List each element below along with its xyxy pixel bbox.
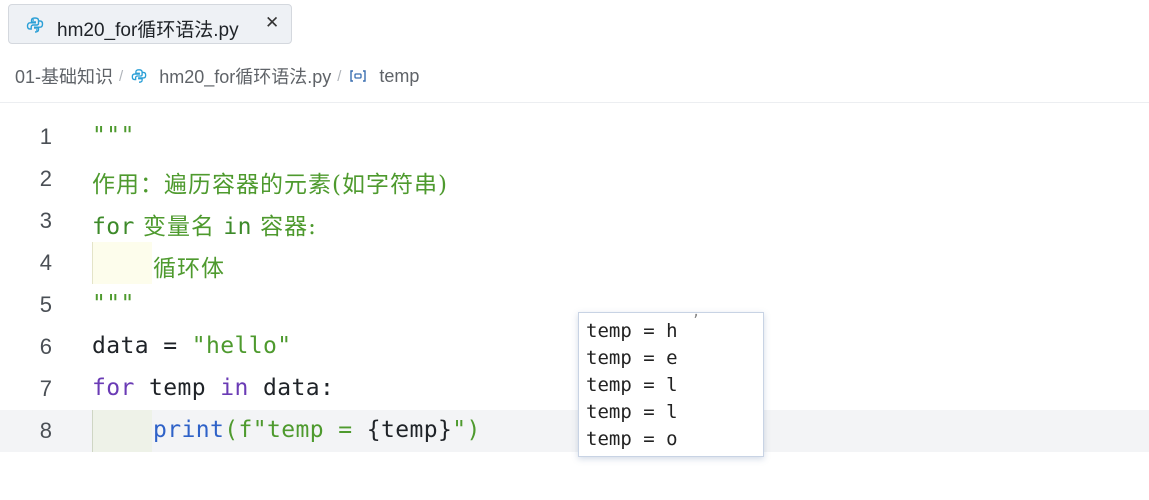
code-text: 循环体 xyxy=(153,256,225,282)
keyword-token: in xyxy=(220,375,249,401)
output-line: temp = h xyxy=(586,320,678,342)
truncated-content-icon: ··,· xyxy=(665,312,719,320)
file-tab[interactable]: hm20_for循环语法.py ✕ xyxy=(8,4,292,44)
code-text: 作用：遍历容器的元素(如字符串) xyxy=(92,172,448,198)
code-line[interactable]: 1 """ xyxy=(0,116,1149,158)
keyword-token: for xyxy=(92,214,135,240)
breadcrumb-separator: / xyxy=(337,67,342,85)
output-line: temp = e xyxy=(586,347,678,369)
keyword-token: in xyxy=(223,214,252,240)
line-number: 4 xyxy=(39,250,52,275)
tab-bar: hm20_for循环语法.py ✕ xyxy=(0,0,1149,50)
indent-guide xyxy=(92,242,152,284)
python-file-icon xyxy=(131,69,147,83)
docstring-token: 变量名 xyxy=(134,214,224,240)
code-text: data = "hello" xyxy=(92,333,291,359)
string-token: (f"temp = xyxy=(224,417,367,443)
operator-token: = xyxy=(149,333,192,359)
line-number: 5 xyxy=(39,292,52,317)
editor-window: hm20_for循环语法.py ✕ 01-基础知识 / hm20_for循环语法… xyxy=(0,0,1149,500)
code-editor[interactable]: 1 """ 2 作用：遍历容器的元素(如字符串) 3 for 变量名 in 容器… xyxy=(0,105,1149,500)
docstring-token: 容器: xyxy=(251,214,317,240)
identifier-token: data: xyxy=(248,375,335,401)
string-token: ") xyxy=(452,417,481,443)
divider xyxy=(0,102,1149,103)
brace-token: } xyxy=(437,417,453,443)
identifier-token: temp xyxy=(380,417,438,443)
brace-token: { xyxy=(366,417,381,443)
code-text: for 变量名 in 容器: xyxy=(92,207,317,241)
line-number: 2 xyxy=(39,166,52,191)
breadcrumb-file[interactable]: hm20_for循环语法.py xyxy=(159,63,331,89)
identifier-token: temp xyxy=(134,375,221,401)
breadcrumb-symbol[interactable]: temp xyxy=(379,66,419,87)
output-line: temp = o xyxy=(586,428,678,450)
line-number: 8 xyxy=(39,418,52,443)
code-line[interactable]: 2 作用：遍历容器的元素(如字符串) xyxy=(0,158,1149,200)
variable-symbol-icon xyxy=(350,70,367,82)
indent-guide xyxy=(92,410,152,452)
line-number: 7 xyxy=(39,376,52,401)
code-line-current[interactable]: 8 print(f"temp = {temp}") xyxy=(0,410,1149,452)
identifier-token: data xyxy=(92,333,149,359)
breadcrumb: 01-基础知识 / hm20_for循环语法.py / temp xyxy=(15,62,419,90)
python-file-icon xyxy=(26,17,44,33)
code-text: print(f"temp = {temp}") xyxy=(153,417,481,443)
function-token: print xyxy=(153,417,225,443)
breadcrumb-folder[interactable]: 01-基础知识 xyxy=(15,63,113,89)
close-icon[interactable]: ✕ xyxy=(265,13,279,33)
breadcrumb-separator: / xyxy=(119,67,124,85)
output-line: temp = l xyxy=(586,401,678,423)
line-number: 6 xyxy=(39,334,52,359)
code-line[interactable]: 6 data = "hello" xyxy=(0,326,1149,368)
code-line[interactable]: 7 for temp in data: xyxy=(0,368,1149,410)
line-number: 3 xyxy=(39,208,52,233)
code-line[interactable]: 5 """ xyxy=(0,284,1149,326)
output-popup: ··,· temp = h temp = e temp = l temp = l… xyxy=(578,312,764,457)
tab-title: hm20_for循环语法.py xyxy=(57,20,239,41)
code-line[interactable]: 4 循环体 xyxy=(0,242,1149,284)
code-text: """ xyxy=(92,123,135,149)
code-text: for temp in data: xyxy=(92,375,334,401)
keyword-token: for xyxy=(92,375,135,401)
string-token: "hello" xyxy=(191,333,292,359)
code-text: """ xyxy=(92,291,135,317)
line-number: 1 xyxy=(39,124,52,149)
code-line[interactable]: 3 for 变量名 in 容器: xyxy=(0,200,1149,242)
output-line: temp = l xyxy=(586,374,678,396)
